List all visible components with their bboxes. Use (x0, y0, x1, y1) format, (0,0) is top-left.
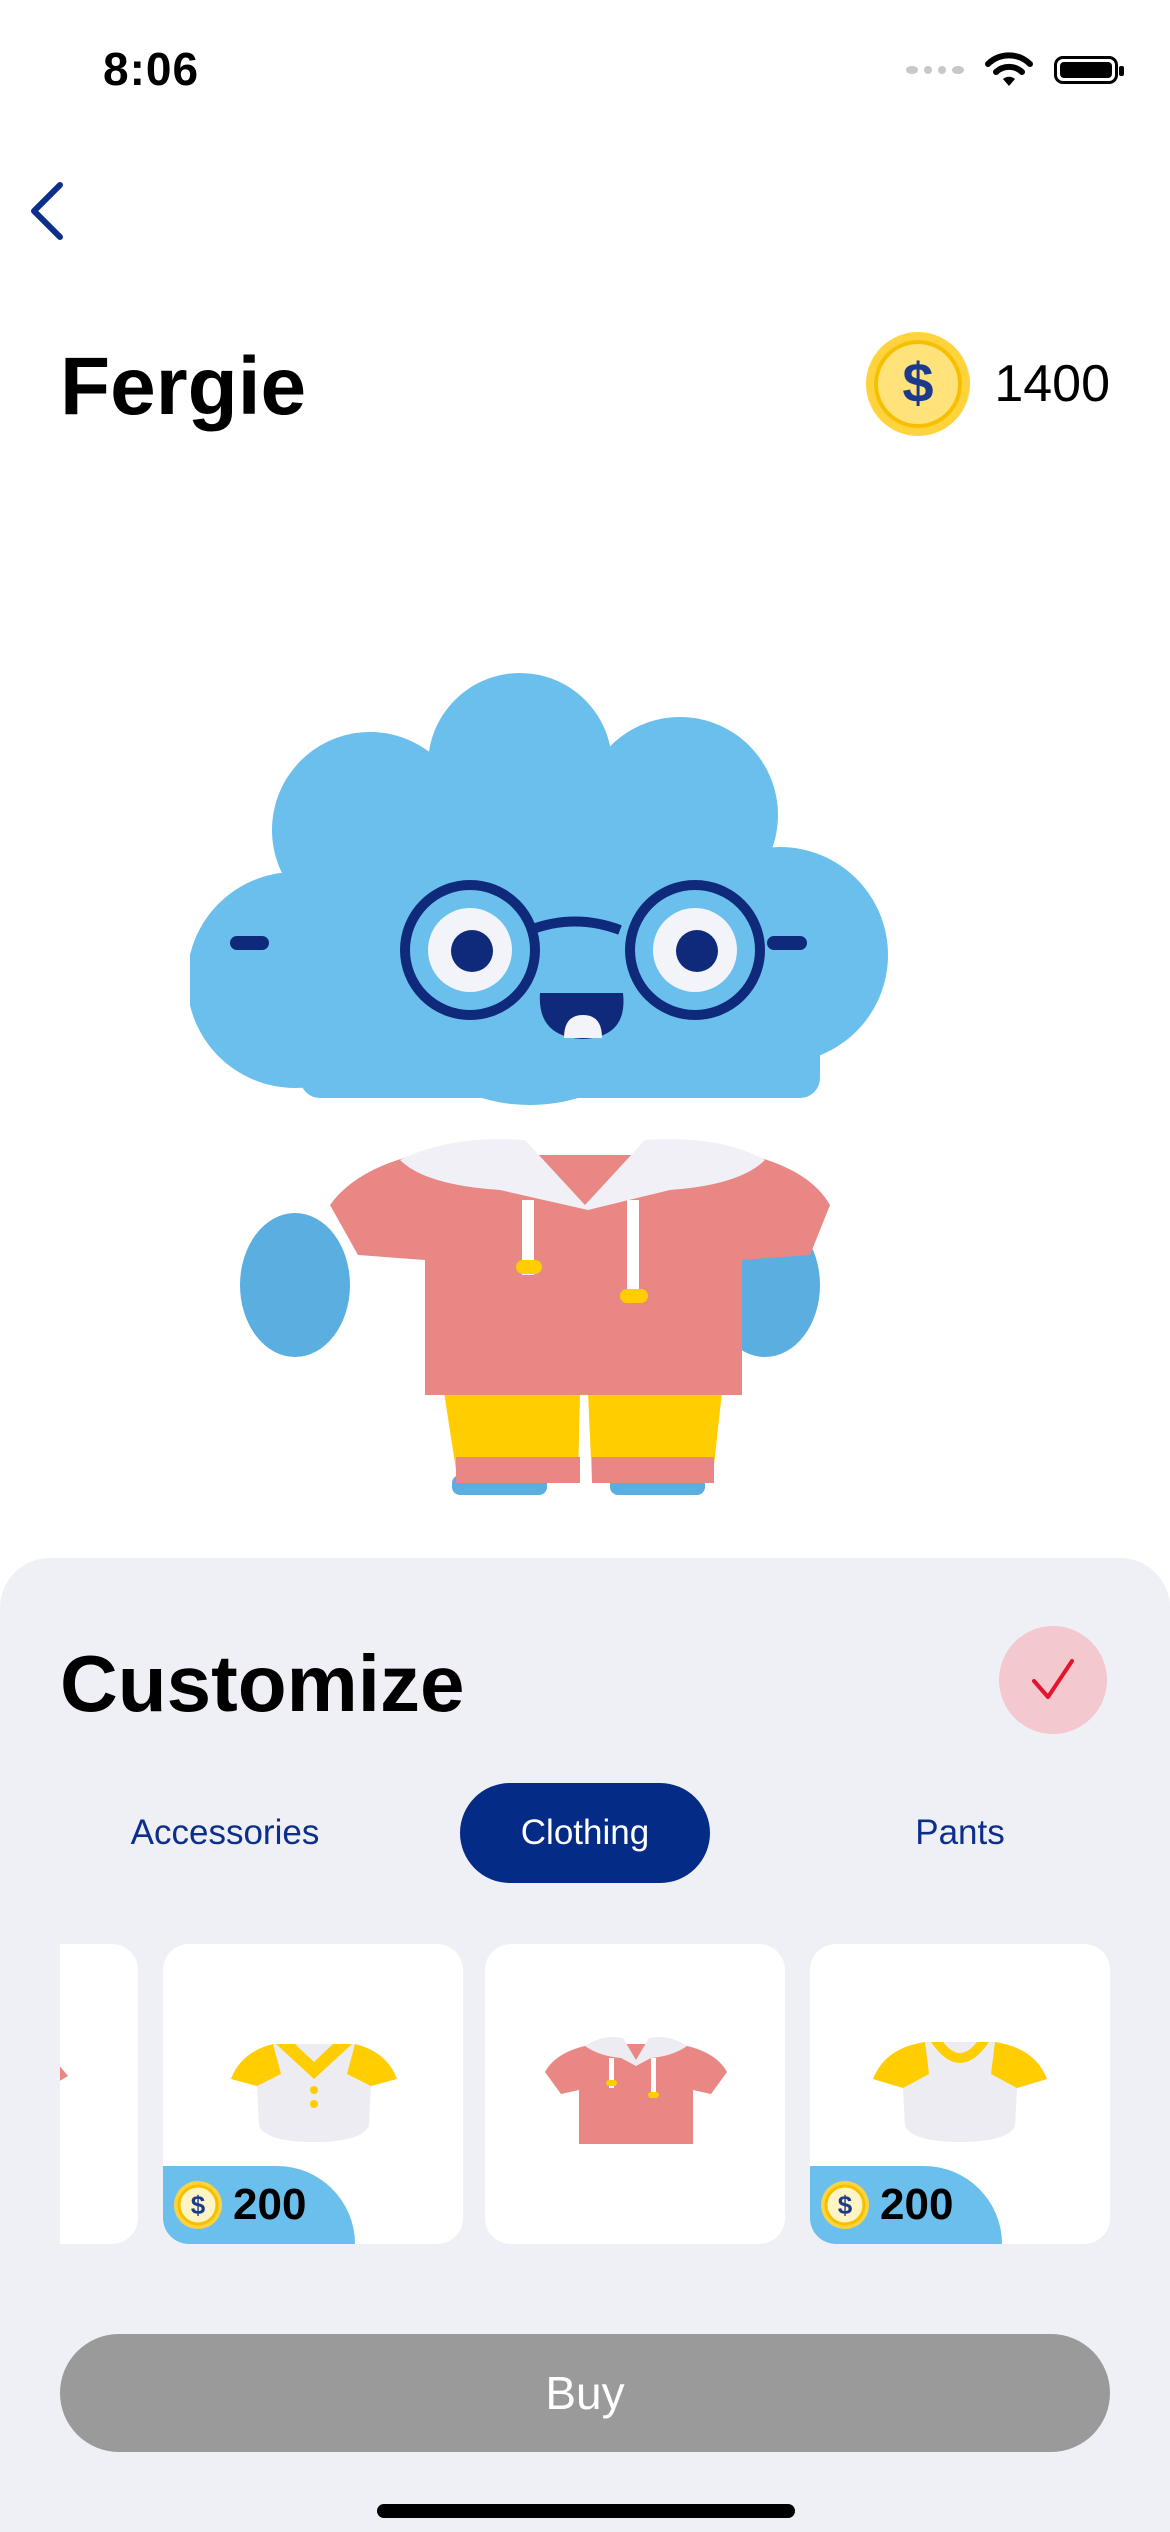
price-tag: $ 200 (810, 2166, 1002, 2244)
confirm-button[interactable] (999, 1626, 1107, 1734)
customize-panel: Customize Accessories Clothing Pants $ 2… (0, 1558, 1170, 2532)
item-card[interactable]: $ 200 (810, 1944, 1110, 2244)
buy-button[interactable]: Buy (60, 2334, 1110, 2452)
battery-icon (1054, 56, 1124, 84)
coin-balance: $ 1400 (864, 330, 1110, 438)
signal-icon (906, 66, 964, 74)
status-time: 8:06 (103, 43, 200, 95)
wifi-icon (985, 52, 1033, 86)
clothing-item-partial (60, 2066, 68, 2081)
item-card[interactable] (485, 1944, 785, 2244)
status-icons (906, 52, 1124, 88)
tab-accessories[interactable]: Accessories (110, 1783, 340, 1883)
price-tag: $ 200 (163, 2166, 355, 2244)
tab-clothing[interactable]: Clothing (460, 1783, 710, 1883)
back-chevron-icon (31, 182, 63, 240)
arm-left (240, 1213, 350, 1357)
item-card[interactable] (60, 1944, 138, 2244)
price-label: 200 (880, 2180, 954, 2229)
coin-amount: 1400 (994, 355, 1110, 413)
pet-character (190, 673, 888, 1495)
coin-icon: $ (866, 332, 971, 436)
items-carousel[interactable]: $ 200 $ 200 (60, 1944, 1110, 2244)
pet-name: Fergie (60, 341, 307, 432)
pants (444, 1392, 722, 1483)
svg-text:$: $ (191, 2190, 206, 2220)
white-yellow-tee-icon (873, 2042, 1047, 2142)
coin-icon: $ (821, 2181, 869, 2229)
checkmark-icon (1032, 1659, 1074, 1699)
item-card[interactable]: $ 200 (163, 1944, 463, 2244)
pink-hoodie-icon (545, 2037, 727, 2144)
coin-icon: $ (174, 2181, 222, 2229)
svg-text:$: $ (838, 2190, 853, 2220)
home-indicator[interactable] (377, 2504, 795, 2518)
tab-pants[interactable]: Pants (880, 1783, 1040, 1883)
svg-text:$: $ (903, 351, 934, 414)
price-label: 200 (233, 2180, 307, 2229)
cloud-head (190, 673, 888, 1105)
yellow-collar-shirt-icon (231, 2044, 397, 2142)
customize-title: Customize (60, 1639, 465, 1728)
category-tabs: Accessories Clothing Pants (60, 1783, 1110, 1883)
back-button[interactable] (18, 175, 78, 245)
